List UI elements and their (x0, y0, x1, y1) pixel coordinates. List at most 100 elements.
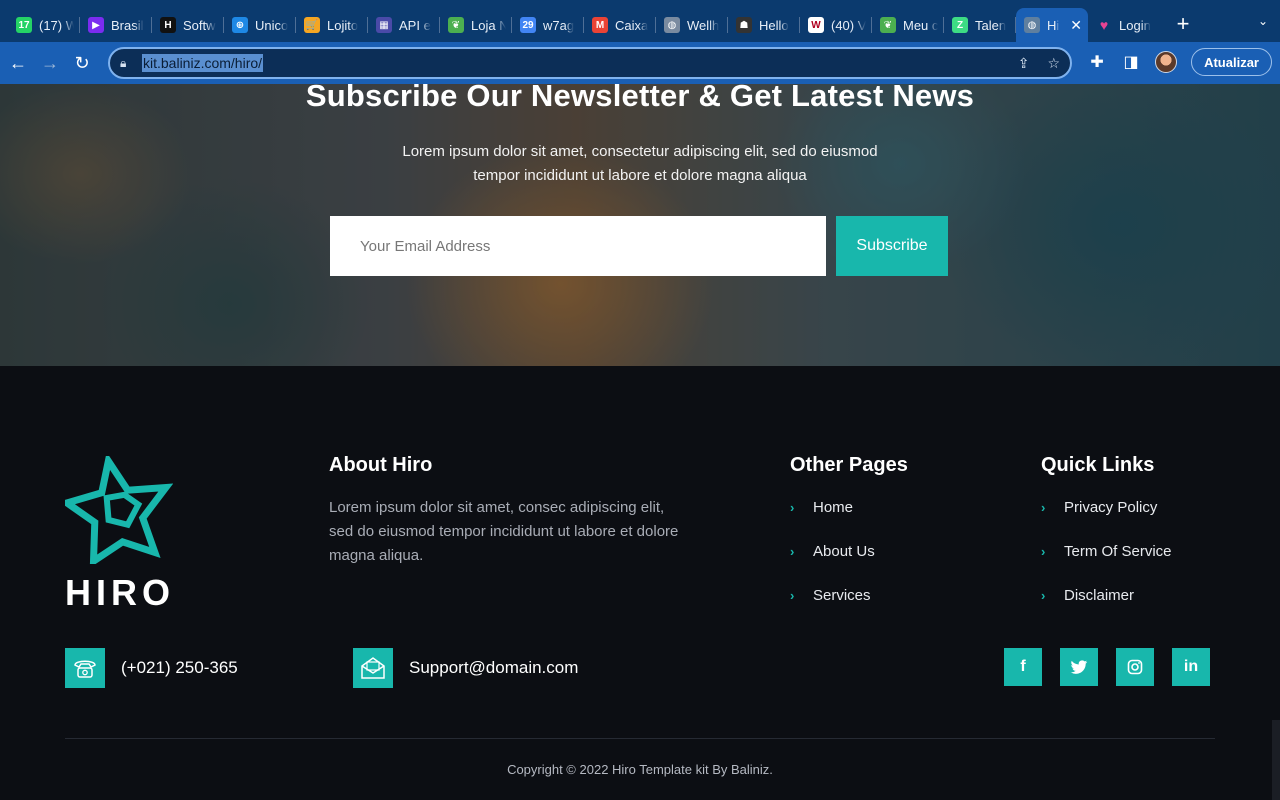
city-icon: ▦ (376, 17, 392, 33)
quick-links-title: Quick Links (1041, 454, 1155, 476)
site-footer: HIRO About Hiro Lorem ipsum dolor sit am… (0, 366, 1280, 800)
footer-link-terms[interactable]: › Term Of Service (1041, 529, 1172, 573)
cart-icon: 🛒 (304, 17, 320, 33)
bookmark-star-icon[interactable]: ☆ (1047, 55, 1060, 72)
globe-icon: ◍ (664, 17, 680, 33)
link-label[interactable]: Home (813, 499, 853, 516)
tab-title: Hi (1047, 17, 1060, 33)
close-tab-icon[interactable]: ✕ (1070, 17, 1082, 34)
link-label[interactable]: About Us (813, 543, 875, 560)
newsletter-section: Subscribe Our Newsletter & Get Latest Ne… (0, 84, 1280, 366)
browser-tab[interactable]: ⊕ Unico (224, 8, 296, 42)
browser-tab[interactable]: 29 w7ag (512, 8, 584, 42)
footer-link-services[interactable]: › Services (790, 573, 875, 617)
twitter-icon[interactable] (1060, 648, 1098, 686)
logo-wordmark: HIRO (65, 572, 175, 613)
instagram-icon[interactable] (1116, 648, 1154, 686)
tab-title: Unico (255, 17, 289, 33)
chevron-right-icon: › (790, 587, 795, 603)
tab-title: Caixa (615, 17, 649, 33)
url-text[interactable]: kit.baliniz.com/hiro/ (142, 54, 264, 72)
footer-link-disclaimer[interactable]: › Disclaimer (1041, 573, 1172, 617)
chevron-right-icon: › (790, 543, 795, 559)
back-arrow-icon[interactable]: ← (4, 49, 32, 77)
new-tab-plus-icon[interactable]: + (1166, 7, 1200, 41)
chevron-right-icon: › (1041, 543, 1046, 559)
lock-icon[interactable]: 🔒︎ (120, 56, 142, 71)
linkedin-icon[interactable]: in (1172, 648, 1210, 686)
browser-tab[interactable]: 🛒 Lojito (296, 8, 368, 42)
browser-tab[interactable]: ❦ Loja N (440, 8, 512, 42)
browser-tab[interactable]: W (40) V (800, 8, 872, 42)
browser-tab[interactable]: H Softw (152, 8, 224, 42)
extensions-puzzle-icon[interactable]: ✚ (1087, 52, 1107, 72)
support-email[interactable]: Support@domain.com (409, 658, 578, 678)
browser-tab[interactable]: ◍ Wellh (656, 8, 728, 42)
social-links: f in (1004, 648, 1210, 686)
browser-tab[interactable]: 17 (17) W (8, 8, 80, 42)
share-icon[interactable]: ⇪ (1018, 55, 1030, 72)
link-label[interactable]: Services (813, 587, 871, 604)
email-contact: Support@domain.com (353, 648, 578, 688)
chevron-right-icon: › (1041, 499, 1046, 515)
phone-number[interactable]: (+021) 250-365 (121, 658, 238, 678)
forward-arrow-icon[interactable]: → (36, 49, 64, 77)
link-label[interactable]: Term Of Service (1064, 543, 1172, 560)
browser-tab[interactable]: M Caixa (584, 8, 656, 42)
footer-link-privacy-policy[interactable]: › Privacy Policy (1041, 485, 1172, 529)
person-icon: ☗ (736, 17, 752, 33)
browser-toolbar: ← → ↻ 🔒︎ kit.baliniz.com/hiro/ ⇪ ☆ ✚ ◨ A… (0, 42, 1280, 84)
z-logo-icon: Z (952, 17, 968, 33)
footer-link-home[interactable]: › Home (790, 485, 875, 529)
tab-title: (17) W (39, 17, 74, 33)
other-pages-title: Other Pages (790, 454, 908, 476)
subscribe-button[interactable]: Subscribe (836, 216, 948, 276)
browser-tab[interactable]: ▦ API e (368, 8, 440, 42)
about-text: Lorem ipsum dolor sit amet, consec adipi… (329, 499, 679, 564)
footer-link-about-us[interactable]: › About Us (790, 529, 875, 573)
footer-divider (65, 738, 1215, 739)
phone-icon (65, 648, 105, 688)
tab-title: Wellh (687, 17, 720, 33)
leaf-icon: ❦ (880, 17, 896, 33)
h-logo-icon: H (160, 17, 176, 33)
other-pages-list: › Home › About Us › Services (790, 485, 875, 617)
chevron-right-icon: › (1041, 587, 1046, 603)
browser-tab[interactable]: ❦ Meu c (872, 8, 944, 42)
tab-title: Loja N (471, 17, 506, 33)
browser-tab[interactable]: Z Talen (944, 8, 1016, 42)
link-label[interactable]: Privacy Policy (1064, 499, 1157, 516)
browser-tab-strip: 17 (17) W ▶ Brasil H Softw ⊕ Unico 🛒 Lojito ▦ API e… (0, 0, 1280, 42)
about-title: About Hiro (329, 454, 433, 476)
browser-tab[interactable]: ♥ Login (1088, 8, 1158, 42)
w-logo-icon: W (808, 17, 824, 33)
hiro-star-logo-icon[interactable] (65, 456, 173, 564)
profile-avatar[interactable] (1155, 51, 1178, 73)
tab-title: Talen (975, 17, 1007, 33)
tab-search-chevron-icon[interactable]: ⌄ (1258, 14, 1268, 28)
newsletter-title: Subscribe Our Newsletter & Get Latest Ne… (305, 84, 975, 113)
tab-title: Hello (759, 17, 789, 33)
tab-title: (40) V (831, 17, 866, 33)
play-arrow-icon: ▶ (88, 17, 104, 33)
mail-envelope-icon (353, 648, 393, 688)
newsletter-description: Lorem ipsum dolor sit amet, consectetur … (402, 143, 878, 184)
browser-tab-active[interactable]: ◍ Hi ✕ (1016, 8, 1088, 42)
browser-tab[interactable]: ▶ Brasil (80, 8, 152, 42)
tab-title: Brasil (111, 17, 144, 33)
globe-icon: ◍ (1024, 17, 1040, 33)
leaf-icon: ❦ (448, 17, 464, 33)
update-button[interactable]: Atualizar (1191, 48, 1272, 76)
scrollbar-thumb[interactable] (1272, 720, 1280, 800)
gmail-icon: M (592, 17, 608, 33)
browser-tab[interactable]: ☗ Hello (728, 8, 800, 42)
side-panel-icon[interactable]: ◨ (1121, 52, 1141, 72)
chevron-right-icon: › (790, 499, 795, 515)
address-bar[interactable]: 🔒︎ kit.baliniz.com/hiro/ ⇪ ☆ (108, 47, 1072, 79)
reload-icon[interactable]: ↻ (68, 49, 96, 77)
phone-contact: (+021) 250-365 (65, 648, 238, 688)
email-input[interactable] (330, 216, 826, 276)
facebook-icon[interactable]: f (1004, 648, 1042, 686)
target-icon: ⊕ (232, 17, 248, 33)
link-label[interactable]: Disclaimer (1064, 587, 1134, 604)
